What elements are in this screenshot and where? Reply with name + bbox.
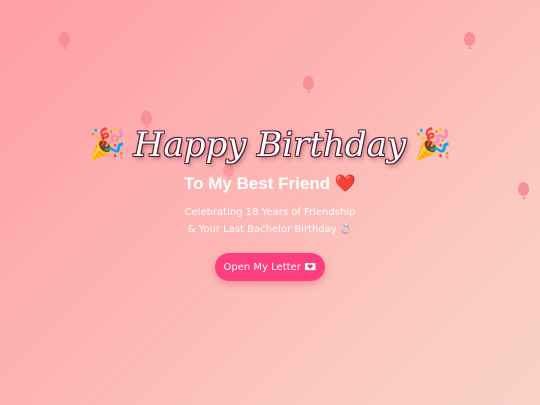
title-row: 🎉 Happy Birthday 🎉 (0, 122, 540, 168)
birthday-card: 🎉 Happy Birthday 🎉 To My Best Friend ❤️ … (0, 0, 540, 405)
balloon-icon (464, 32, 475, 49)
page-title: Happy Birthday (133, 125, 407, 165)
open-letter-button[interactable]: Open My Letter 💌 (215, 253, 325, 281)
subtitle: To My Best Friend ❤️ (0, 174, 540, 194)
balloon-icon (303, 76, 314, 93)
heart-icon: ❤️ (334, 174, 356, 193)
message-line-2: & Your Last Bachelor Birthday 💍 (187, 224, 353, 235)
message-line-1: Celebrating 18 Years of Friendship (184, 207, 356, 218)
balloon-icon (59, 32, 70, 49)
party-popper-icon: 🎉 (414, 128, 452, 161)
party-popper-icon: 🎉 (88, 128, 126, 161)
subtitle-text: To My Best Friend (184, 174, 331, 193)
